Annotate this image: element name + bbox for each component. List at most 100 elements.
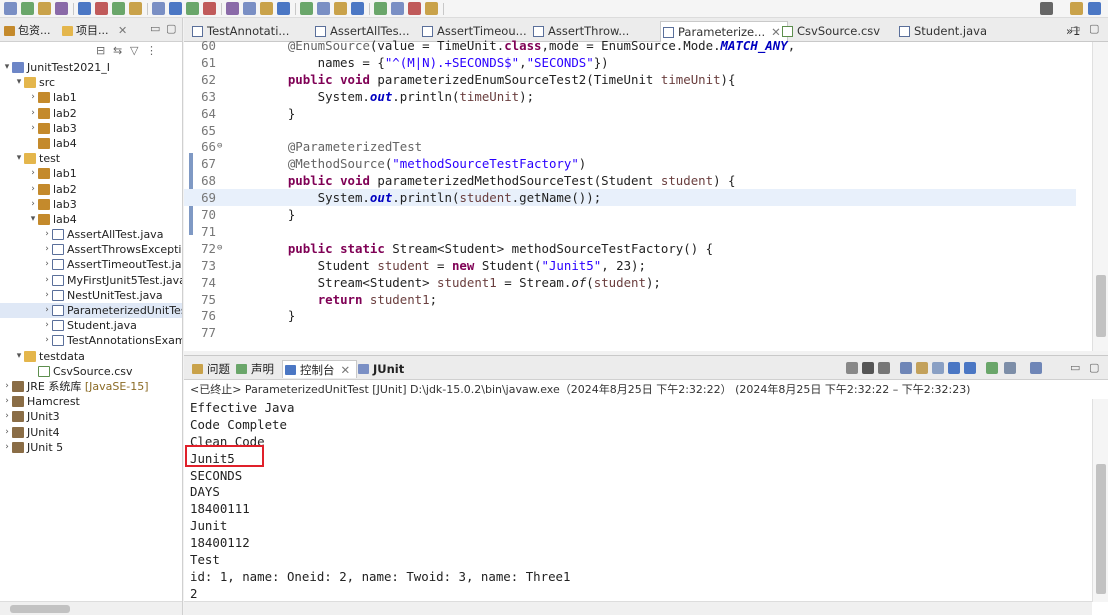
toolbar-button-icon[interactable]	[38, 2, 51, 15]
toolbar-button-icon[interactable]	[374, 2, 387, 15]
toolbar-button-icon[interactable]	[129, 2, 142, 15]
tab-package-explorer[interactable]: 包资...	[2, 21, 51, 41]
remove-launch-icon[interactable]	[862, 362, 874, 374]
maximize-icon[interactable]: ▢	[1089, 361, 1099, 375]
tree-item[interactable]: › TestAnnotationsExample.java	[0, 333, 182, 348]
tree-item[interactable]: › Student.java	[0, 318, 182, 333]
maximize-icon[interactable]: ▢	[166, 22, 176, 36]
tree-item[interactable]: › JUnit4	[0, 425, 182, 440]
link-editor-icon[interactable]: ⇆	[113, 44, 122, 58]
tree-item[interactable]: › lab2	[0, 106, 182, 121]
minimize-icon[interactable]: ▭	[150, 22, 160, 36]
view-menu-icon[interactable]: ⋮	[146, 44, 157, 58]
chevron-right-icon[interactable]: ›	[28, 166, 38, 181]
scroll-lock-icon[interactable]	[916, 362, 928, 374]
toolbar-button-icon[interactable]	[300, 2, 313, 15]
word-wrap-icon[interactable]	[932, 362, 944, 374]
toolbar-button-icon[interactable]	[169, 2, 182, 15]
code-line[interactable]: 72 ⊖ public static Stream<Student> method…	[184, 240, 1076, 257]
show-on-error-icon[interactable]	[964, 362, 976, 374]
tree-item[interactable]: › MyFirstJunit5Test.java	[0, 273, 182, 288]
toolbar-button-icon[interactable]	[55, 2, 68, 15]
tree-item[interactable]: ▾ test	[0, 151, 182, 166]
chevron-down-icon[interactable]: ▾	[28, 212, 38, 227]
chevron-down-icon[interactable]: ▾	[14, 151, 24, 166]
console-tab[interactable]: 控制台 ✕	[282, 360, 358, 378]
chevron-right-icon[interactable]: ›	[2, 425, 12, 440]
tree-item[interactable]: › AssertThrowsExceptionTest.java	[0, 242, 182, 257]
code-line[interactable]: 63 System.out.println(timeUnit);	[184, 88, 1076, 105]
console-tab[interactable]: JUnit	[356, 360, 404, 378]
horizontal-scrollbar[interactable]	[184, 601, 1092, 615]
code-line[interactable]: 75 return student1;	[184, 291, 1076, 308]
chevron-down-icon[interactable]: ▾	[2, 60, 12, 75]
chevron-right-icon[interactable]: ›	[28, 182, 38, 197]
code-line[interactable]: 76 }	[184, 307, 1076, 324]
tree-item[interactable]: › AssertAllTest.java	[0, 227, 182, 242]
code-line[interactable]: 73 Student student = new Student("Junit5…	[184, 257, 1076, 274]
perspective-icon[interactable]	[1070, 2, 1083, 15]
open-console-icon[interactable]	[1030, 362, 1042, 374]
remove-all-icon[interactable]	[878, 362, 890, 374]
tree-item[interactable]: › lab1	[0, 90, 182, 105]
maximize-icon[interactable]: ▢	[1089, 22, 1099, 36]
chevron-right-icon[interactable]: ›	[42, 227, 52, 242]
tab-project-explorer[interactable]: 项目... ✕	[60, 21, 127, 41]
code-line[interactable]: 62 public void parameterizedEnumSourceTe…	[184, 71, 1076, 88]
pin-console-icon[interactable]	[986, 362, 998, 374]
tree-item[interactable]: › JRE 系统库 [JavaSE-15]	[0, 379, 182, 394]
toolbar-button-icon[interactable]	[4, 2, 17, 15]
code-line[interactable]: 71	[184, 223, 1076, 240]
java-perspective-icon[interactable]	[1088, 2, 1101, 15]
scrollbar-thumb[interactable]	[10, 605, 70, 613]
chevron-down-icon[interactable]: ▾	[14, 349, 24, 364]
chevron-right-icon[interactable]: ›	[2, 409, 12, 424]
terminate-icon[interactable]	[846, 362, 858, 374]
code-line[interactable]: 64 }	[184, 105, 1076, 122]
tree-item[interactable]: › NestUnitTest.java	[0, 288, 182, 303]
chevron-down-icon[interactable]: ▾	[14, 75, 24, 90]
chevron-right-icon[interactable]: ›	[28, 106, 38, 121]
minimize-icon[interactable]: ▭	[1070, 22, 1080, 36]
chevron-right-icon[interactable]: ›	[28, 197, 38, 212]
tree-item[interactable]: › lab1	[0, 166, 182, 181]
tree-item[interactable]: › ParameterizedUnitTest.java	[0, 303, 182, 319]
tree-item[interactable]: ▾ lab4	[0, 212, 182, 227]
code-line[interactable]: 67 @MethodSource("methodSourceTestFactor…	[184, 155, 1076, 172]
chevron-right-icon[interactable]: ›	[2, 394, 12, 409]
toolbar-button-icon[interactable]	[243, 2, 256, 15]
tree-item[interactable]: › lab3	[0, 121, 182, 136]
chevron-right-icon[interactable]: ›	[2, 440, 12, 455]
toolbar-button-icon[interactable]	[152, 2, 165, 15]
toolbar-button-icon[interactable]	[260, 2, 273, 15]
fold-icon[interactable]: ⊖	[217, 138, 222, 155]
tree-item[interactable]: › Hamcrest	[0, 394, 182, 409]
chevron-right-icon[interactable]: ›	[42, 257, 52, 272]
vertical-scrollbar[interactable]	[1092, 42, 1108, 351]
chevron-right-icon[interactable]: ›	[42, 273, 52, 288]
close-icon[interactable]: ✕	[118, 24, 127, 37]
console-tab[interactable]: 声明	[234, 360, 274, 378]
toolbar-button-icon[interactable]	[95, 2, 108, 15]
tree-item[interactable]: ▾ JunitTest2021_I	[0, 60, 182, 75]
display-console-icon[interactable]	[1004, 362, 1016, 374]
console-output[interactable]: Effective Java Code Complete Clean Code Jun…	[190, 399, 570, 602]
code-line[interactable]: 69 System.out.println(student.getName())…	[184, 189, 1076, 206]
code-line[interactable]: 60 @EnumSource(value = TimeUnit.class,mo…	[184, 37, 1076, 54]
chevron-right-icon[interactable]: ›	[2, 379, 12, 394]
code-line[interactable]: 74 Stream<Student> student1 = Stream.of(…	[184, 274, 1076, 291]
chevron-right-icon[interactable]: ›	[42, 303, 52, 318]
toolbar-button-icon[interactable]	[334, 2, 347, 15]
toolbar-button-icon[interactable]	[317, 2, 330, 15]
tree-item[interactable]: lab4	[0, 136, 182, 151]
tree-item[interactable]: ▾ src	[0, 75, 182, 90]
search-icon[interactable]	[1040, 2, 1053, 15]
minimize-icon[interactable]: ▭	[1070, 361, 1080, 375]
horizontal-scrollbar[interactable]	[0, 601, 182, 615]
toolbar-button-icon[interactable]	[186, 2, 199, 15]
clear-console-icon[interactable]	[900, 362, 912, 374]
code-line[interactable]: 77	[184, 324, 1076, 341]
toolbar-button-icon[interactable]	[226, 2, 239, 15]
chevron-right-icon[interactable]: ›	[42, 318, 52, 333]
code-area[interactable]: 60 @EnumSource(value = TimeUnit.class,mo…	[184, 38, 1108, 351]
